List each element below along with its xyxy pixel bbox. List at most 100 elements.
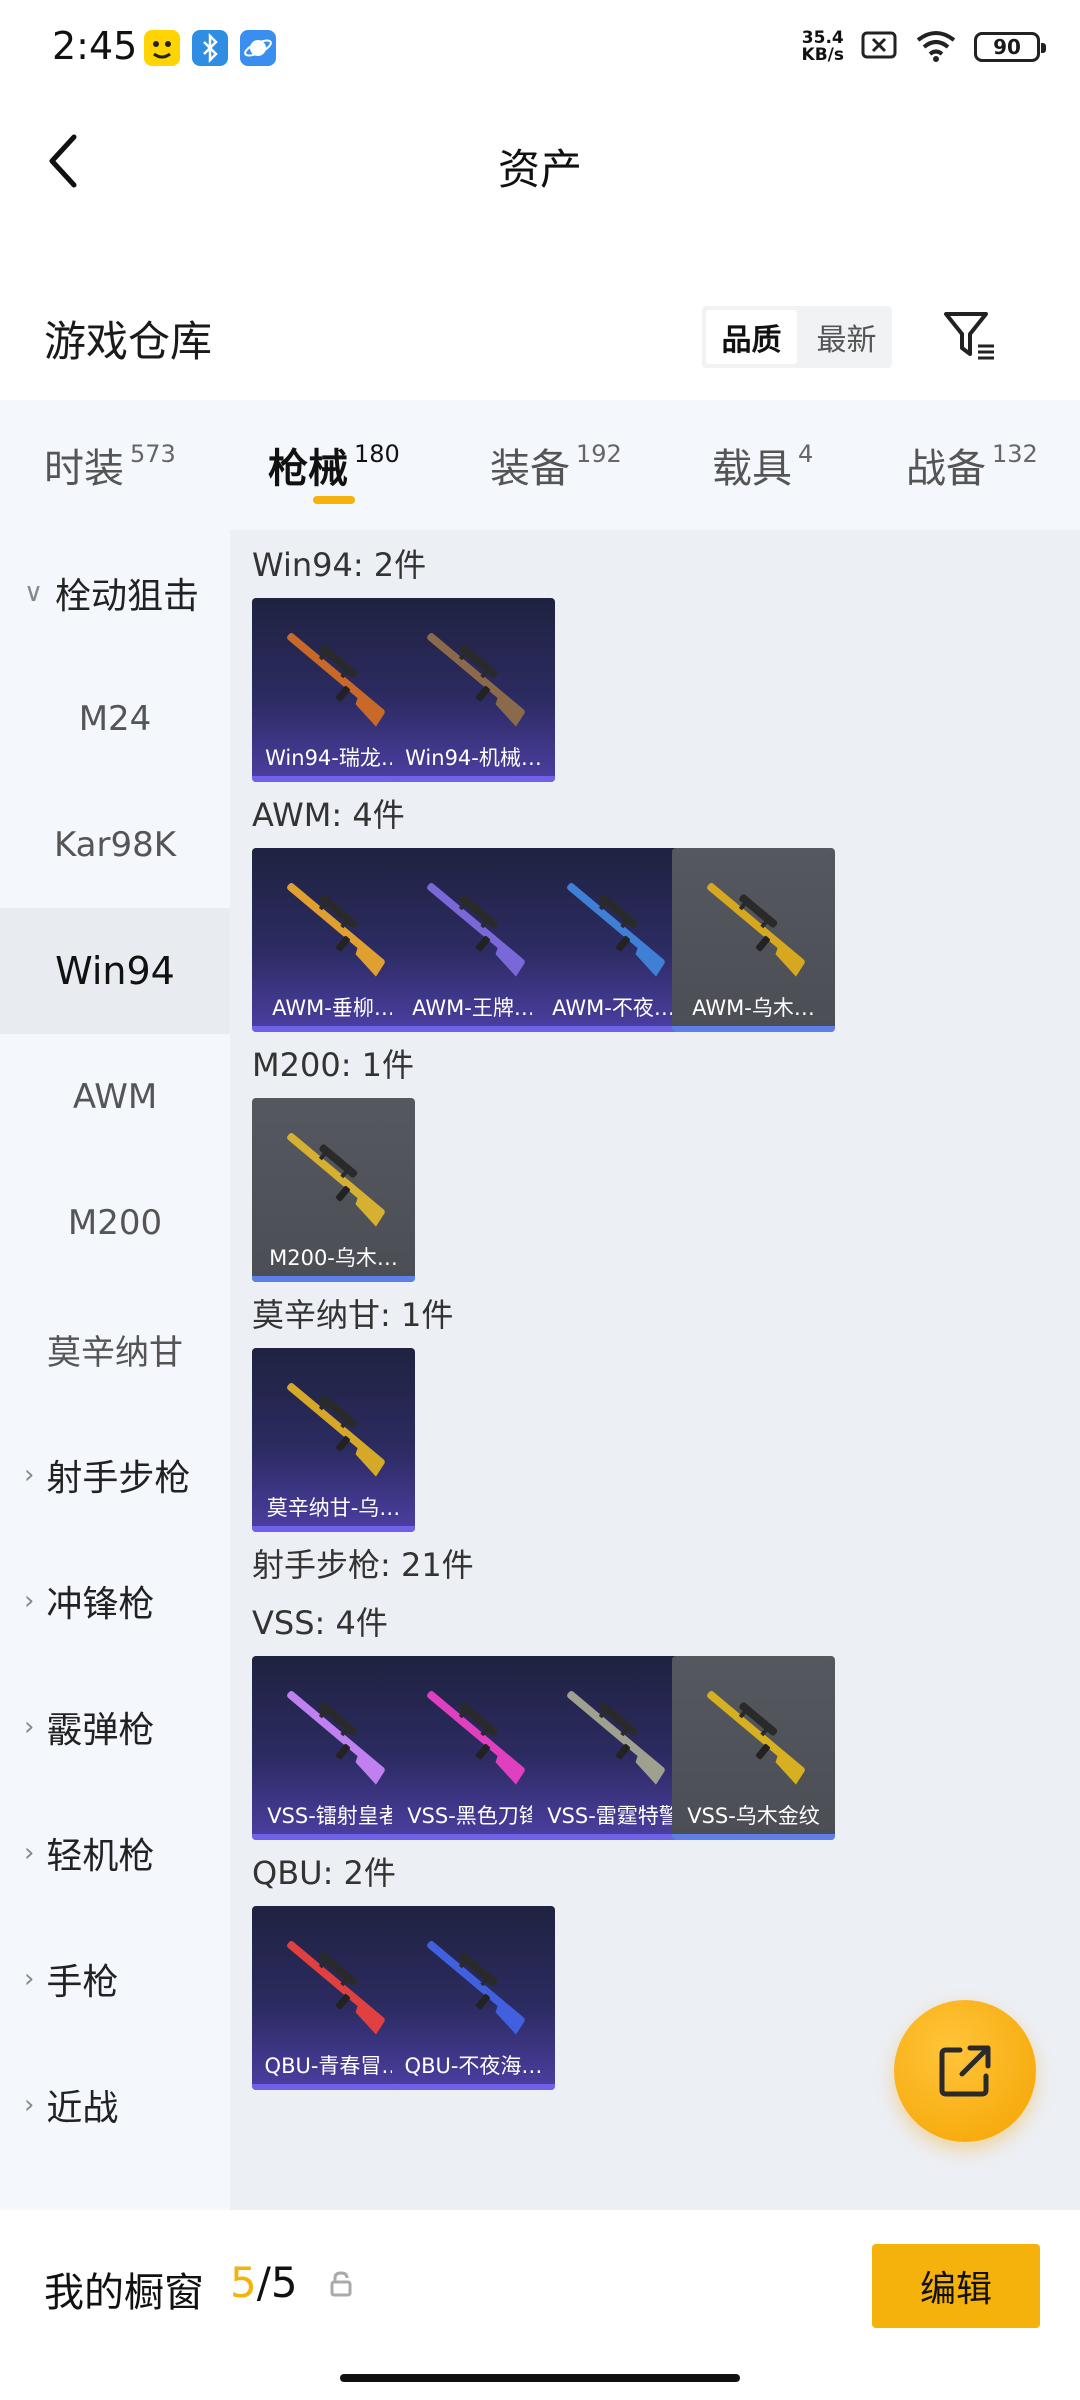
status-time: 2:45 (52, 24, 138, 68)
tab-supplies[interactable]: 战备 132 (906, 436, 1038, 494)
weapon-card[interactable]: QBU-青春冒… (252, 1906, 415, 2090)
weapon-card[interactable]: M200-乌木… (252, 1098, 415, 1282)
sidebar-item[interactable]: › 近战 (0, 2042, 230, 2168)
net-speed: 35.4 KB/s (802, 30, 844, 64)
tab-vehicles[interactable]: 载具 4 (712, 436, 813, 494)
showcase-label: 我的橱窗 (44, 2270, 204, 2316)
weapon-card[interactable]: VSS-镭射皇者 (252, 1656, 415, 1840)
weapon-card[interactable]: AWM-不夜… (532, 848, 695, 1032)
battery-icon: 90 (974, 32, 1046, 62)
weapon-card-label: VSS-乌木金纹 (687, 1804, 820, 1828)
showcase-count: 5/5 (230, 2258, 298, 2307)
weapon-image (427, 1691, 525, 1785)
weapon-card[interactable]: AWM-垂柳… (252, 848, 415, 1032)
weapon-card-label: VSS-黑色刀锋 (407, 1804, 540, 1828)
weapon-card[interactable]: VSS-雷霆特警 (532, 1656, 695, 1840)
weapon-image (287, 1691, 385, 1785)
category-tabs: 时装 573 枪械 180 装备 192 载具 4 战备 132 (0, 400, 1080, 530)
weapon-card-label: Win94-瑞龙… (265, 746, 402, 770)
sidebar-item-label: M24 (78, 699, 152, 739)
weapon-card[interactable]: 莫辛纳甘-乌… (252, 1348, 415, 1532)
weapon-card[interactable]: AWM-乌木… (672, 848, 835, 1032)
tab-count: 132 (992, 440, 1038, 468)
sidebar-item[interactable]: M200 (0, 1160, 230, 1286)
tab-label: 载具 (712, 446, 792, 492)
sidebar-item-label: AWM (72, 1077, 158, 1117)
sidebar-item-label: Kar98K (53, 825, 177, 865)
section-title: 射手步枪: 21件 (252, 1546, 474, 1584)
weapon-card[interactable]: AWM-王牌… (392, 848, 555, 1032)
chevron-down-icon: ∨ (24, 578, 44, 608)
sidebar-item-label: Win94 (55, 949, 175, 993)
weapon-image (287, 1941, 385, 2035)
weapon-card-label: VSS-镭射皇者 (267, 1804, 400, 1828)
tab-fashion[interactable]: 时装 573 (44, 436, 176, 494)
weapon-card[interactable]: Win94-机械… (392, 598, 555, 782)
page-title: 资产 (497, 145, 582, 194)
showcase-current: 5 (230, 2258, 257, 2307)
sidebar-item-label: 栓动狙击 (55, 576, 200, 617)
weapon-card-label: VSS-雷霆特警 (547, 1804, 680, 1828)
sidebar-item[interactable]: › 射手步枪 (0, 1412, 230, 1538)
sidebar-item-label: 莫辛纳甘 (47, 1332, 183, 1373)
status-indicators: 35.4 KB/s 90 (802, 28, 1046, 66)
external-link-icon (939, 2045, 991, 2097)
weapon-card[interactable]: QBU-不夜海… (392, 1906, 555, 2090)
net-speed-unit: KB/s (801, 45, 844, 65)
section-title: Win94: 2件 (252, 546, 427, 584)
sort-quality[interactable]: 品质 (706, 310, 797, 364)
lock-icon (328, 2270, 354, 2302)
tab-label: 战备 (906, 446, 986, 492)
chevron-right-icon: › (24, 1460, 35, 1490)
sidebar-item[interactable]: Kar98K (0, 782, 230, 908)
sidebar-item-label: 冲锋枪 (46, 1584, 155, 1625)
weapon-image (567, 883, 665, 977)
sidebar-item[interactable]: ∨ 栓动狙击 (0, 530, 230, 656)
section-title: 莫辛纳甘: 1件 (252, 1296, 454, 1334)
wifi-icon (914, 28, 958, 66)
warehouse-title: 游戏仓库 (44, 317, 213, 366)
weapon-type-sidebar: ∨ 栓动狙击 M24 Kar98K Win94 AWM M200 莫辛纳甘 › 射手步枪 › 冲锋枪 ›… (0, 530, 230, 2210)
sidebar-item-label: M200 (67, 1203, 163, 1243)
bottom-bar: 我的橱窗 5/5 编辑 (0, 2210, 1080, 2400)
sidebar-item[interactable]: › 冲锋枪 (0, 1538, 230, 1664)
sidebar-item[interactable]: M24 (0, 656, 230, 782)
weapon-image (287, 633, 385, 727)
tab-label: 时装 (44, 446, 124, 492)
sidebar-item[interactable]: 莫辛纳甘 (0, 1286, 230, 1412)
section-title: VSS: 4件 (252, 1604, 388, 1642)
weapon-image (427, 633, 525, 727)
edit-button[interactable]: 编辑 (872, 2244, 1040, 2328)
weapon-card[interactable]: VSS-乌木金纹 (672, 1656, 835, 1840)
sidebar-item-label: 近战 (46, 2088, 119, 2129)
sidebar-item[interactable]: › 霰弹枪 (0, 1664, 230, 1790)
sidebar-item[interactable]: › 轻机枪 (0, 1790, 230, 1916)
tab-count: 180 (354, 440, 400, 468)
chevron-right-icon: › (24, 1586, 35, 1616)
weapon-card-label: 莫辛纳甘-乌… (266, 1496, 401, 1520)
sort-newest[interactable]: 最新 (801, 306, 892, 368)
sidebar-item[interactable]: › 手枪 (0, 1916, 230, 2042)
tab-count: 4 (798, 440, 814, 468)
sidebar-item-label: 轻机枪 (46, 1836, 155, 1877)
sidebar-item-label: 霰弹枪 (46, 1710, 155, 1751)
weapon-image (707, 883, 805, 977)
chevron-right-icon: › (24, 1964, 35, 1994)
sidebar-item[interactable]: AWM (0, 1034, 230, 1160)
section-title: M200: 1件 (252, 1046, 415, 1084)
status-bar: 2:45 35.4 KB/s 90 (0, 0, 1080, 100)
tab-label: 枪械 (268, 446, 348, 492)
share-button[interactable] (894, 2000, 1036, 2142)
filter-icon (944, 312, 994, 360)
weapon-card-label: AWM-乌木… (692, 996, 815, 1020)
weapon-image (287, 883, 385, 977)
filter-button[interactable] (940, 306, 1000, 366)
weapon-image (287, 1383, 385, 1477)
sidebar-item[interactable]: Win94 (0, 908, 230, 1034)
weapon-card[interactable]: VSS-黑色刀锋 (392, 1656, 555, 1840)
weapon-card[interactable]: Win94-瑞龙… (252, 598, 415, 782)
weapon-image (567, 1691, 665, 1785)
weapon-card-label: AWM-王牌… (412, 996, 535, 1020)
tab-equipment[interactable]: 装备 192 (490, 436, 622, 494)
tab-guns[interactable]: 枪械 180 (268, 436, 400, 494)
